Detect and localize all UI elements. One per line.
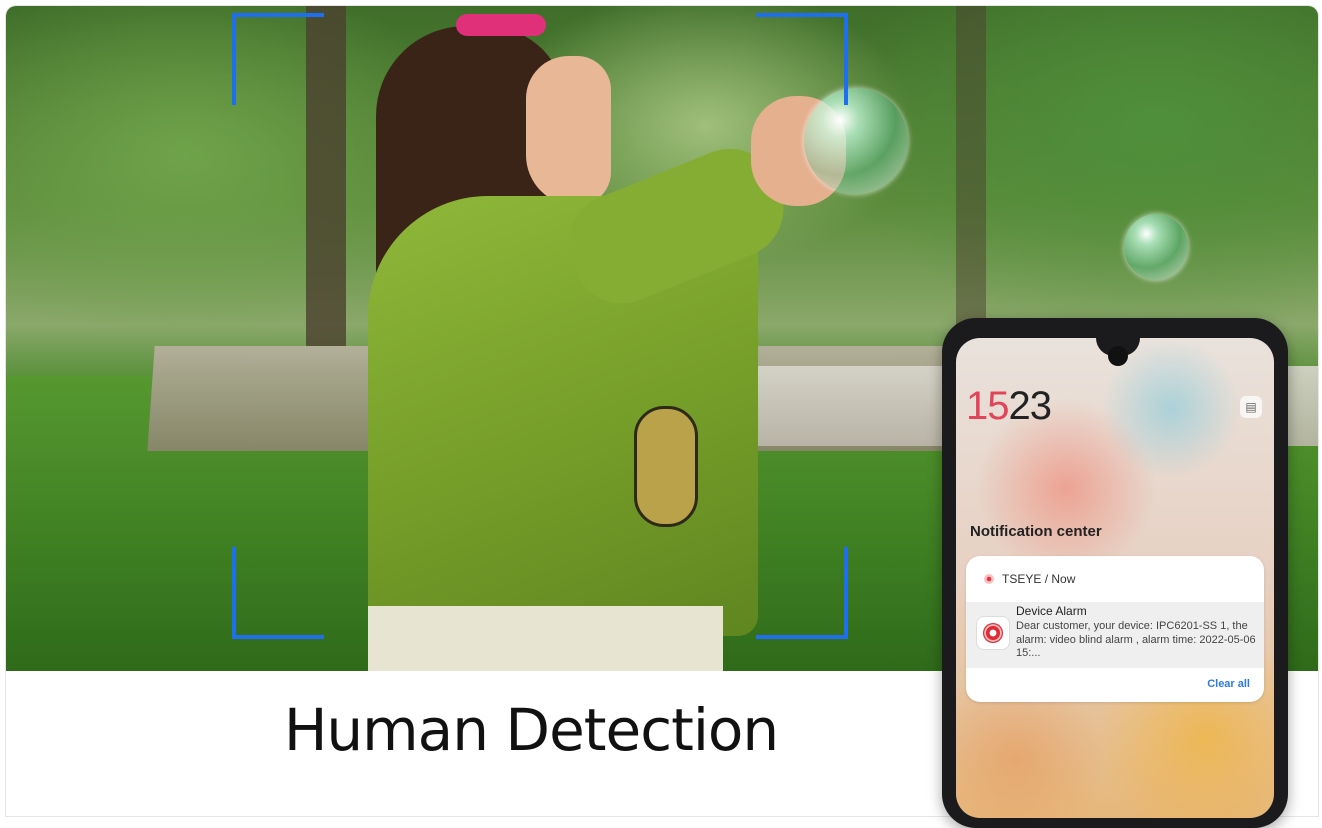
lock-screen-clock: 1523 [966,384,1052,429]
clear-all-button[interactable]: Clear all [1207,678,1250,690]
notification-app-row: TSEYE / Now [984,572,1075,586]
notification-center-title: Notification center [970,523,1102,540]
skirt [368,606,723,671]
detection-frame-corner-bottom-left [232,547,324,639]
separator: / [1041,572,1052,586]
clock-minute: 23 [1008,384,1052,428]
smartphone: 1523 ▤ Notification center TSEYE / Now D… [942,318,1288,828]
notification-body: Dear customer, your device: IPC6201-SS 1… [1016,620,1256,659]
notification-time: Now [1051,572,1076,586]
notification-card[interactable]: TSEYE / Now Device Alarm Dear customer, … [966,556,1264,702]
face [526,56,611,206]
notification-detail[interactable]: Device Alarm Dear customer, your device:… [966,602,1264,668]
detection-frame-corner-bottom-right [756,547,848,639]
app-dot-icon [984,574,994,584]
clock-hour: 15 [966,384,1009,428]
notification-title: Device Alarm [1016,604,1087,618]
tree-trunk [956,6,986,326]
app-name: TSEYE [1002,572,1042,586]
front-camera [1108,346,1128,366]
detection-frame-corner-top-right [756,13,848,105]
message-icon[interactable]: ▤ [1240,396,1262,418]
phone-screen: 1523 ▤ Notification center TSEYE / Now D… [956,338,1274,818]
headline: Human Detection [283,696,779,764]
alarm-icon [976,616,1010,650]
detection-frame-corner-top-left [232,13,324,105]
hair-bow [456,14,546,36]
soap-bubble [1124,214,1188,280]
coat-pocket [634,406,698,527]
